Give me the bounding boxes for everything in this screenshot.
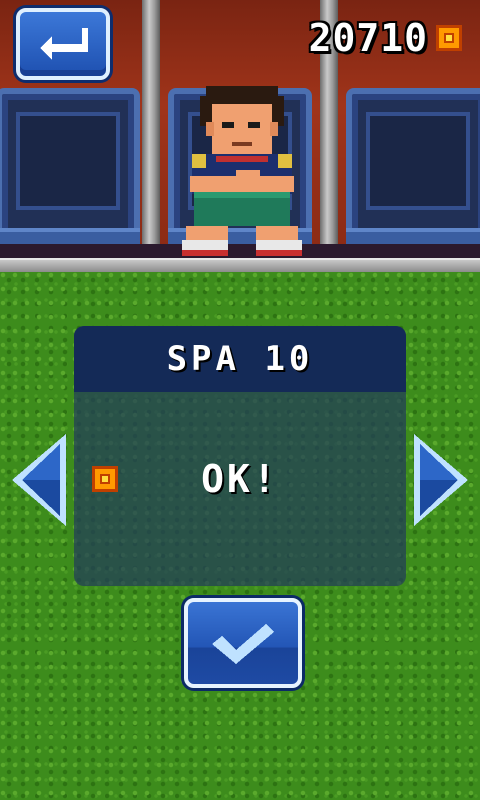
coin-icon bbox=[92, 466, 118, 492]
coin-counter: 20710 bbox=[309, 16, 462, 60]
arrow-left-icon[interactable] bbox=[10, 432, 68, 528]
dugout-pole-left bbox=[142, 0, 160, 258]
coin-count: 20710 bbox=[308, 16, 428, 60]
arrow-right-icon[interactable] bbox=[412, 432, 470, 528]
panel-title: SPA 10 bbox=[166, 339, 314, 379]
back-button[interactable] bbox=[16, 8, 110, 80]
dugout-seat-left bbox=[0, 88, 140, 262]
panel-status: OK! bbox=[201, 457, 279, 501]
coin-icon bbox=[436, 25, 462, 51]
checkmark-icon bbox=[212, 624, 274, 664]
panel-header: SPA 10 bbox=[74, 326, 406, 392]
confirm-button[interactable] bbox=[184, 598, 302, 688]
player-sprite bbox=[182, 86, 302, 256]
upgrade-panel: SPA 10 OK! bbox=[74, 326, 406, 586]
return-arrow-icon bbox=[40, 28, 88, 60]
panel-body: OK! bbox=[74, 392, 406, 586]
dugout-seat-right bbox=[346, 88, 480, 262]
